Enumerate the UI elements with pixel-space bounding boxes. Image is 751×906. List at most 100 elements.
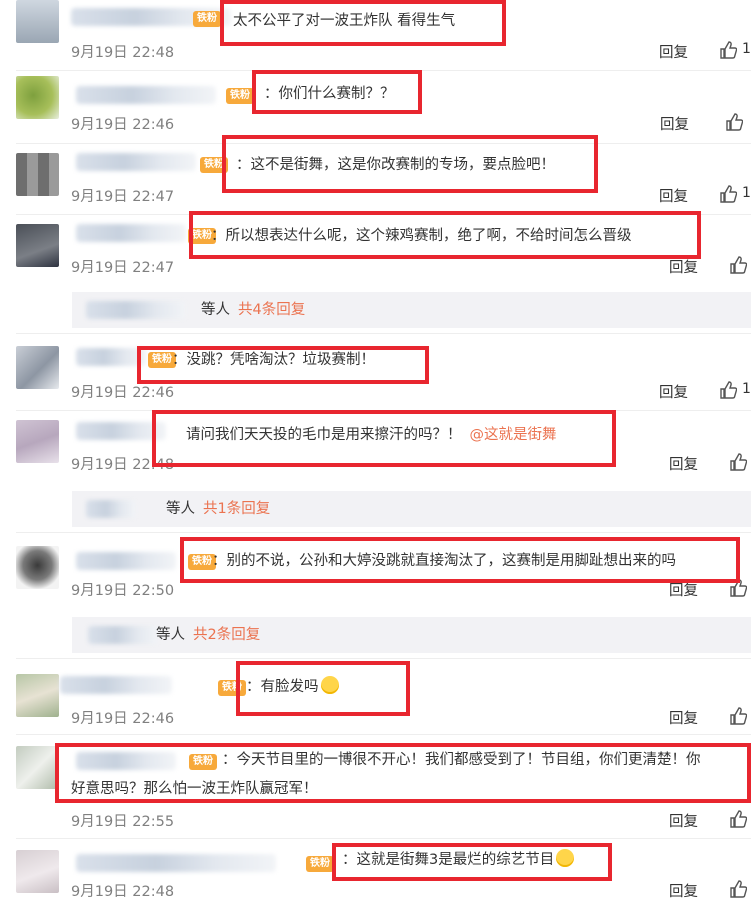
comment-item: 铁粉 ：有脸发吗 9月19日 22:46 回复 — [0, 664, 751, 734]
view-replies-link[interactable]: 共1条回复 — [203, 491, 270, 527]
comment-time: 9月19日 22:46 — [71, 711, 175, 727]
reply-thread-bar: 等人 共2条回复 — [72, 617, 751, 653]
comment-text: ：这不是街舞，这是你改赛制的专场，要点脸吧！ — [236, 157, 555, 173]
username-blurred[interactable] — [76, 153, 196, 171]
others-label: 等人 — [156, 627, 185, 643]
username-blurred[interactable] — [76, 224, 186, 242]
mention-link[interactable]: @这就是街舞 — [470, 427, 557, 443]
comment-text: 请问我们天天投的毛巾是用来擦汗的吗？！ @这就是街舞 — [186, 427, 557, 443]
divider — [16, 410, 751, 411]
reply-button[interactable]: 回复 — [669, 707, 698, 728]
comment-item: 铁粉 ：别的不说，公孙和大婷没跳就直接淘汰了，这赛制是用脚趾想出来的吗 9月19… — [0, 538, 751, 608]
comment-text: ：你们什么赛制？？ — [264, 86, 395, 102]
comment-time: 9月19日 22:46 — [71, 385, 175, 401]
username-blurred[interactable] — [76, 552, 176, 570]
username-blurred[interactable] — [76, 854, 276, 872]
comment-item: 请问我们天天投的毛巾是用来擦汗的吗？！ @这就是街舞 9月19日 22:48 回复 — [0, 412, 751, 482]
reply-button[interactable]: 回复 — [669, 880, 698, 901]
reply-button[interactable]: 回复 — [659, 185, 688, 206]
username-blurred[interactable] — [76, 422, 166, 440]
reply-button[interactable]: 回复 — [659, 381, 688, 402]
reply-thread-bar: 等人 共1条回复 — [72, 491, 751, 527]
like-icon[interactable] — [729, 579, 748, 597]
reply-button[interactable]: 回复 — [659, 41, 688, 62]
reply-button[interactable]: 回复 — [669, 579, 698, 600]
fan-badge: 铁粉 — [226, 88, 254, 104]
avatar[interactable] — [16, 674, 59, 717]
comment-item: 铁粉 ：今天节目里的一博很不开心！我们都感受到了！节目组，你们更清楚！你 好意思… — [0, 738, 751, 834]
like-count: 1 — [742, 381, 751, 397]
emoji-icon — [320, 676, 339, 694]
like-icon[interactable] — [719, 381, 738, 399]
comment-item: 铁粉 ：所以想表达什么呢，这个辣鸡赛制，绝了啊，不给时间怎么晋级 9月19日 2… — [0, 216, 751, 286]
comment-time: 9月19日 22:50 — [71, 583, 175, 599]
divider — [16, 333, 751, 334]
divider — [16, 658, 751, 659]
comment-text: ：没跳？凭啥淘汰？垃圾赛制！ — [172, 352, 375, 368]
like-icon[interactable] — [729, 707, 748, 725]
fan-badge: 铁粉 — [193, 11, 221, 27]
divider — [16, 838, 751, 839]
username-blurred[interactable] — [60, 676, 172, 694]
like-icon[interactable] — [719, 41, 738, 59]
comment-time: 9月19日 22:46 — [71, 117, 175, 133]
comment-time: 9月19日 22:47 — [71, 189, 175, 205]
view-replies-link[interactable]: 共2条回复 — [193, 617, 260, 653]
like-icon[interactable] — [729, 256, 748, 274]
avatar[interactable] — [16, 346, 59, 389]
username-blurred[interactable] — [76, 348, 146, 366]
emoji-icon — [556, 849, 575, 867]
avatar[interactable] — [16, 746, 59, 789]
comment-text: ：别的不说，公孙和大婷没跳就直接淘汰了，这赛制是用脚趾想出来的吗 — [212, 553, 676, 569]
reply-button[interactable]: 回复 — [669, 810, 698, 831]
comment-text: 太不公平了对一波王炸队 看得生气 — [233, 13, 456, 29]
like-icon[interactable] — [719, 185, 738, 203]
comment-text: ：今天节目里的一博很不开心！我们都感受到了！节目组，你们更清楚！你 — [222, 752, 701, 768]
avatar[interactable] — [16, 546, 59, 589]
like-icon[interactable] — [729, 453, 748, 471]
comment-text: ：有脸发吗 — [246, 674, 339, 700]
username-blurred[interactable] — [76, 752, 176, 770]
avatar[interactable] — [16, 850, 59, 893]
like-icon[interactable] — [729, 880, 748, 898]
fan-badge: 铁粉 — [218, 680, 246, 696]
username-blurred[interactable] — [76, 86, 216, 104]
comment-item: 铁粉 太不公平了对一波王炸队 看得生气 9月19日 22:48 回复 1 — [0, 0, 751, 70]
like-icon[interactable] — [729, 810, 748, 828]
username-blurred[interactable] — [86, 500, 136, 518]
username-blurred[interactable] — [88, 626, 158, 644]
others-label: 等人 — [166, 501, 195, 517]
comment-time: 9月19日 22:48 — [71, 457, 175, 473]
fan-badge: 铁粉 — [200, 157, 228, 173]
username-blurred[interactable] — [86, 301, 186, 319]
reply-thread-bar: 等人 共4条回复 — [72, 292, 751, 328]
comment-item: 铁粉 ：没跳？凭啥淘汰？垃圾赛制！ 9月19日 22:46 回复 1 — [0, 338, 751, 408]
like-count: 1 — [742, 41, 751, 57]
comment-time: 9月19日 22:55 — [71, 814, 175, 830]
comment-time: 9月19日 22:47 — [71, 260, 175, 276]
comment-time: 9月19日 22:48 — [71, 884, 175, 900]
divider — [16, 214, 751, 215]
comment-text-continued: 好意思吗？那么怕一波王炸队赢冠军！ — [71, 781, 318, 797]
avatar[interactable] — [16, 76, 59, 119]
divider — [16, 532, 751, 533]
comment-text: ：所以想表达什么呢，这个辣鸡赛制，绝了啊，不给时间怎么晋级 — [211, 228, 632, 244]
reply-button[interactable]: 回复 — [660, 113, 689, 134]
avatar[interactable] — [16, 0, 59, 43]
avatar[interactable] — [16, 224, 59, 267]
comment-text: ：这就是街舞3是最烂的综艺节目 — [342, 847, 575, 873]
fan-badge: 铁粉 — [189, 754, 217, 770]
comment-time: 9月19日 22:48 — [71, 45, 175, 61]
reply-button[interactable]: 回复 — [669, 256, 698, 277]
view-replies-link[interactable]: 共4条回复 — [238, 292, 305, 328]
fan-badge: 铁粉 — [306, 856, 334, 872]
like-icon[interactable] — [725, 113, 744, 131]
divider — [16, 143, 751, 144]
avatar[interactable] — [16, 153, 59, 196]
divider — [16, 734, 751, 735]
comment-item: 铁粉 ：这就是街舞3是最烂的综艺节目 9月19日 22:48 回复 — [0, 842, 751, 906]
like-count: 1 — [742, 185, 751, 201]
divider — [16, 70, 751, 71]
reply-button[interactable]: 回复 — [669, 453, 698, 474]
avatar[interactable] — [16, 420, 59, 463]
